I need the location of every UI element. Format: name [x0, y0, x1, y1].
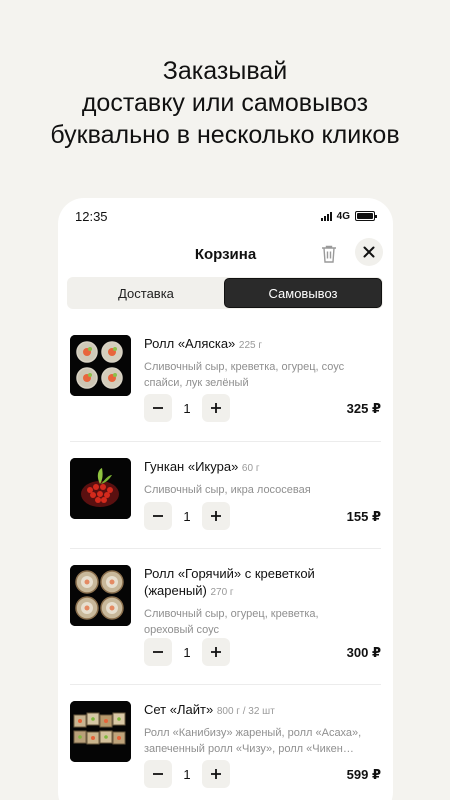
- phone-screen: 12:35 4G Корзина Доставка Самовывоз Ролл…: [58, 198, 393, 800]
- item-price: 300 ₽: [346, 645, 381, 660]
- item-info: Ролл «Горячий» с креветкой (жареный) 270…: [144, 565, 364, 638]
- status-indicators: 4G: [320, 210, 377, 222]
- quantity-stepper: 1: [144, 638, 230, 666]
- signal-icon: [320, 211, 332, 221]
- cart-item: Ролл «Горячий» с креветкой (жареный) 270…: [70, 565, 381, 675]
- increase-button[interactable]: [202, 502, 230, 530]
- item-description: Сливочный сыр, креветка, огурец, соус сп…: [144, 361, 345, 389]
- promo-line-2: доставку или самовывоз: [81, 89, 369, 117]
- promo-line-1: Заказывай: [162, 57, 288, 85]
- item-name-line: Ролл «Горячий» с креветкой (жареный) 270…: [144, 565, 364, 601]
- promo-heading: Заказывай доставку или самовывоз букваль…: [0, 55, 450, 151]
- item-quantity: 1: [183, 766, 191, 782]
- item-name-line: Ролл «Аляска» 225 г: [144, 335, 364, 354]
- item-name: Сет «Лайт»: [144, 702, 214, 717]
- item-price: 599 ₽: [346, 767, 381, 782]
- cart-item: Гункан «Икура» 60 г Сливочный сыр, икра …: [70, 458, 381, 538]
- quantity-stepper: 1: [144, 760, 230, 788]
- increase-button[interactable]: [202, 638, 230, 666]
- item-description: Сливочный сыр, огурец, креветка, ореховы…: [144, 608, 319, 636]
- item-info: Ролл «Аляска» 225 г Сливочный сыр, креве…: [144, 335, 364, 391]
- item-weight: 60 г: [241, 463, 260, 474]
- plus-icon: [211, 511, 221, 521]
- increase-button[interactable]: [202, 760, 230, 788]
- product-image[interactable]: [70, 701, 131, 762]
- item-quantity: 1: [183, 400, 191, 416]
- item-weight: 225 г: [238, 340, 263, 351]
- item-price: 155 ₽: [346, 509, 381, 524]
- item-price: 325 ₽: [346, 401, 381, 416]
- minus-icon: [153, 651, 163, 653]
- item-description: Ролл «Канибизу» жареный, ролл «Асаха», з…: [144, 727, 362, 755]
- trash-icon[interactable]: [320, 244, 338, 264]
- plus-icon: [211, 647, 221, 657]
- increase-button[interactable]: [202, 394, 230, 422]
- close-icon: [363, 246, 375, 258]
- battery-icon: [355, 211, 377, 221]
- divider: [70, 548, 381, 549]
- quantity-stepper: 1: [144, 394, 230, 422]
- quantity-stepper: 1: [144, 502, 230, 530]
- divider: [70, 684, 381, 685]
- promo-line-3: буквально в несколько кликов: [50, 121, 400, 149]
- item-quantity: 1: [183, 508, 191, 524]
- item-info: Гункан «Икура» 60 г Сливочный сыр, икра …: [144, 458, 364, 498]
- plus-icon: [211, 769, 221, 779]
- status-bar: 12:35 4G: [58, 198, 393, 234]
- page-title: Корзина: [194, 245, 257, 263]
- product-image[interactable]: [70, 565, 131, 626]
- minus-icon: [153, 407, 163, 409]
- minus-icon: [153, 515, 163, 517]
- item-description: Сливочный сыр, икра лососевая: [144, 484, 311, 496]
- cart-item: Ролл «Аляска» 225 г Сливочный сыр, креве…: [70, 335, 381, 425]
- item-weight: 800 г / 32 шт: [216, 706, 275, 717]
- item-weight: 270 г: [210, 587, 234, 598]
- item-name-line: Гункан «Икура» 60 г: [144, 458, 364, 477]
- cart-header: Корзина: [58, 236, 393, 272]
- plus-icon: [211, 403, 221, 413]
- decrease-button[interactable]: [144, 502, 172, 530]
- product-image[interactable]: [70, 335, 131, 396]
- item-name: Ролл «Аляска»: [144, 336, 236, 351]
- item-quantity: 1: [183, 644, 191, 660]
- decrease-button[interactable]: [144, 394, 172, 422]
- product-image[interactable]: [70, 458, 131, 519]
- cart-item: Сет «Лайт» 800 г / 32 шт Ролл «Канибизу»…: [70, 701, 381, 796]
- close-button[interactable]: [355, 238, 383, 266]
- decrease-button[interactable]: [144, 638, 172, 666]
- divider: [70, 441, 381, 442]
- item-info: Сет «Лайт» 800 г / 32 шт Ролл «Канибизу»…: [144, 701, 364, 757]
- minus-icon: [153, 773, 163, 775]
- network-label: 4G: [336, 210, 350, 222]
- status-time: 12:35: [75, 208, 108, 224]
- delivery-mode-toggle: Доставка Самовывоз: [67, 277, 383, 309]
- tab-delivery[interactable]: Доставка: [68, 278, 224, 308]
- tab-pickup[interactable]: Самовывоз: [224, 278, 382, 308]
- item-name-line: Сет «Лайт» 800 г / 32 шт: [144, 701, 364, 720]
- decrease-button[interactable]: [144, 760, 172, 788]
- item-name: Гункан «Икура»: [144, 459, 239, 474]
